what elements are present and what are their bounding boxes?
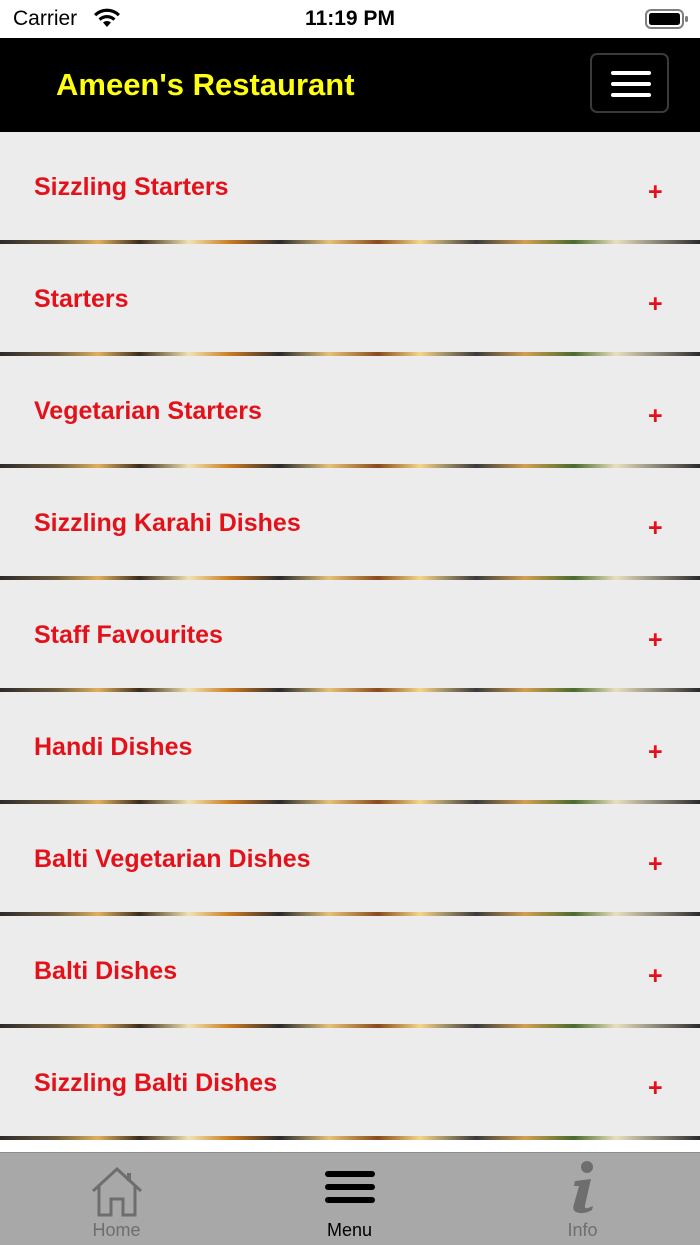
menu-icon [324,1171,375,1203]
category-label: Sizzling Starters [34,173,229,201]
hamburger-button[interactable] [590,53,669,113]
battery-icon [645,9,688,29]
tab-info-label: Info [567,1220,598,1240]
category-label: Balti Dishes [34,957,178,985]
category-label: Vegetarian Starters [34,397,262,425]
category-row-handi-dishes[interactable]: Handi Dishes + [0,692,700,804]
category-label: Sizzling Karahi Dishes [34,509,301,537]
category-label: Handi Dishes [34,733,193,761]
category-row-balti-vegetarian-dishes[interactable]: Balti Vegetarian Dishes + [0,804,700,916]
hamburger-line [611,82,651,86]
home-icon [91,1166,142,1217]
category-label: Starters [34,285,129,313]
status-bar: Carrier 11:19 PM [0,0,700,38]
tab-home-label: Home [92,1220,141,1240]
plus-icon[interactable]: + [648,626,663,655]
tab-menu[interactable]: Menu [233,1153,466,1245]
category-label: Sizzling Balti Dishes [34,1069,278,1097]
category-row-balti-dishes[interactable]: Balti Dishes + [0,916,700,1028]
plus-icon[interactable]: + [648,962,663,991]
tab-bar: Home Menu Info [0,1152,700,1245]
plus-icon[interactable]: + [648,1074,663,1103]
category-row-staff-favourites[interactable]: Staff Favourites + [0,580,700,692]
clock: 11:19 PM [305,7,395,30]
category-row-sizzling-starters[interactable]: Sizzling Starters + [0,132,700,244]
category-label: Balti Vegetarian Dishes [34,845,311,873]
plus-icon[interactable]: + [648,850,663,879]
hamburger-line [611,71,651,75]
info-icon [572,1161,593,1214]
hamburger-line [611,93,651,97]
category-list: Sizzling Starters + Starters + Vegetaria… [0,132,700,1140]
tab-home[interactable]: Home [0,1153,233,1245]
category-row-starters[interactable]: Starters + [0,244,700,356]
category-row-sizzling-balti-dishes[interactable]: Sizzling Balti Dishes + [0,1028,700,1140]
plus-icon[interactable]: + [648,402,663,431]
plus-icon[interactable]: + [648,290,663,319]
category-row-vegetarian-starters[interactable]: Vegetarian Starters + [0,356,700,468]
category-label: Staff Favourites [34,621,223,649]
plus-icon[interactable]: + [648,738,663,767]
plus-icon[interactable]: + [648,514,663,543]
app-title: Ameen's Restaurant [56,67,355,102]
app-header: Ameen's Restaurant [0,38,700,132]
category-row-sizzling-karahi-dishes[interactable]: Sizzling Karahi Dishes + [0,468,700,580]
tab-menu-label: Menu [326,1220,373,1240]
plus-icon[interactable]: + [648,178,663,207]
tab-info[interactable]: Info [466,1153,699,1245]
